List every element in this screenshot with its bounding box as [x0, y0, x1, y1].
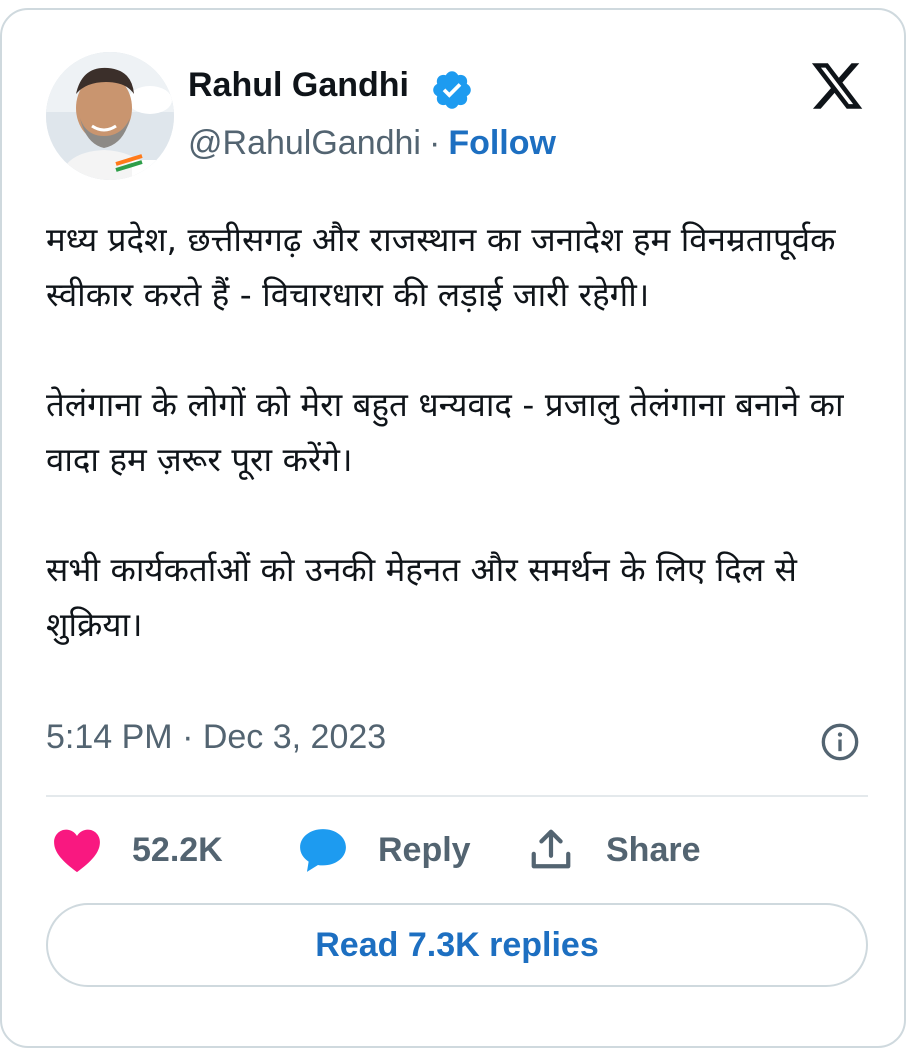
heart-icon [54, 829, 100, 873]
tweet-card: Rahul Gandhi @RahulGandhi · Follow मध्य प्… [0, 8, 906, 1048]
reply-bubble-icon [300, 829, 346, 872]
like-button[interactable]: 52.2K [52, 825, 223, 875]
tweet-paragraph: मध्य प्रदेश, छत्तीसगढ़ और राजस्थान का जन… [46, 220, 836, 314]
reply-button[interactable]: Reply [298, 825, 471, 875]
author-handle[interactable]: @RahulGandhi [188, 124, 421, 162]
author-handle-row: @RahulGandhi · Follow [188, 124, 556, 163]
read-replies-button[interactable]: Read 7.3K replies [46, 903, 868, 987]
tweet-paragraph: सभी कार्यकर्ताओं को उनकी मेहनत और समर्थन… [46, 550, 797, 644]
divider [46, 795, 868, 797]
avatar[interactable] [46, 52, 174, 180]
avatar-image [46, 52, 174, 180]
verified-badge-icon [433, 71, 471, 109]
tweet-paragraph: तेलंगाना के लोगों को मेरा बहुत धन्यवाद -… [46, 385, 844, 479]
share-button[interactable]: Share [528, 825, 701, 875]
share-label: Share [606, 830, 701, 869]
follow-link[interactable]: Follow [448, 124, 556, 162]
separator-dot: · [429, 124, 441, 162]
author-name[interactable]: Rahul Gandhi [188, 66, 409, 105]
reply-label: Reply [378, 830, 471, 869]
tweet-timestamp[interactable]: 5:14 PM · Dec 3, 2023 [46, 718, 386, 757]
x-logo-icon[interactable] [808, 58, 866, 114]
tweet-text: मध्य प्रदेश, छत्तीसगढ़ और राजस्थान का जन… [46, 212, 866, 652]
info-icon[interactable] [820, 722, 860, 762]
like-count: 52.2K [132, 830, 223, 869]
share-icon [531, 829, 571, 869]
